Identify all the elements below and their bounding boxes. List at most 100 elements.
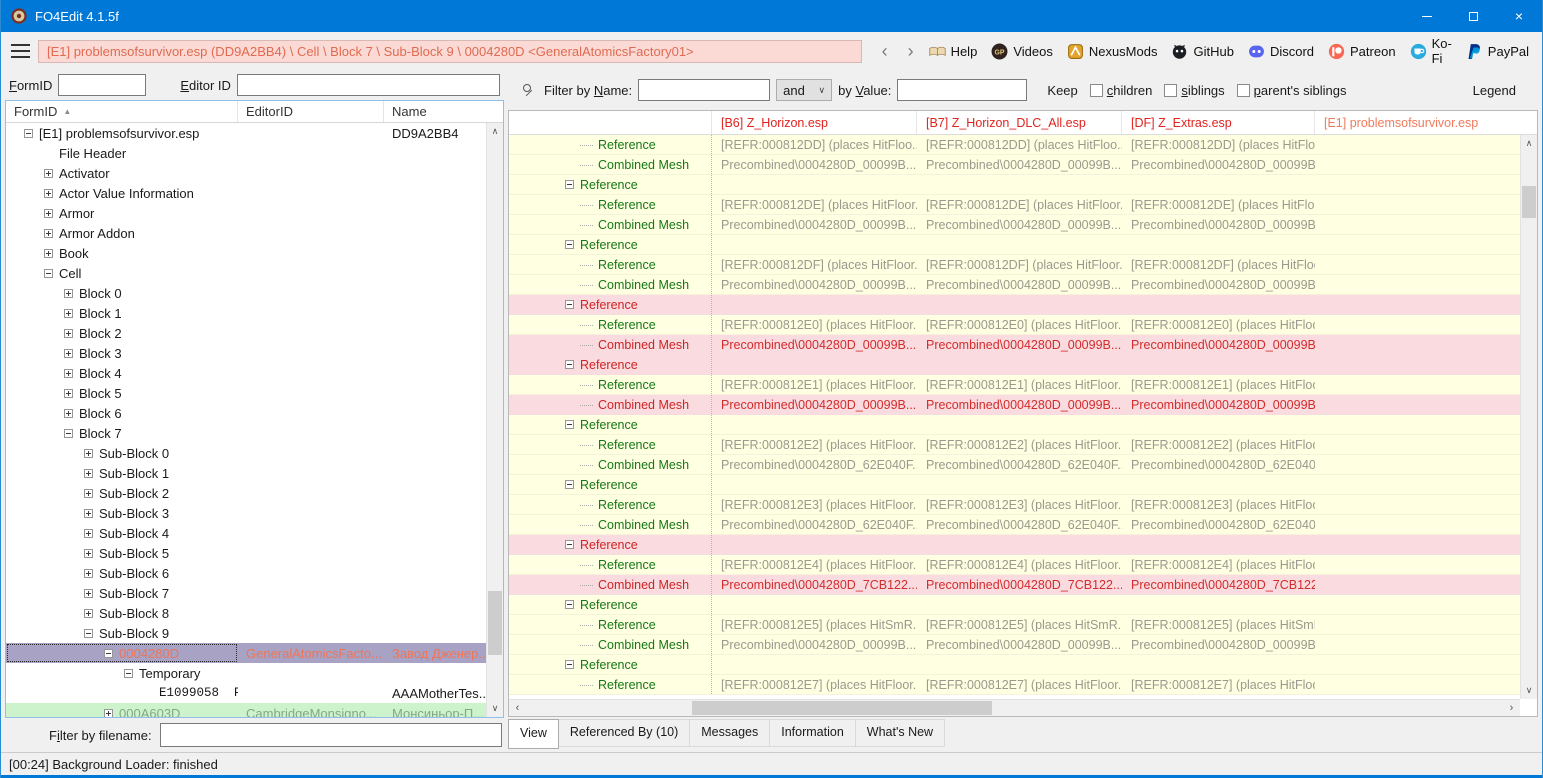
- editorid-input[interactable]: [237, 74, 500, 96]
- minimize-button[interactable]: [1404, 0, 1450, 32]
- grid-row[interactable]: Combined Mesh Precombined\0004280D_62E04…: [509, 515, 1520, 535]
- back-button[interactable]: ‹: [872, 42, 898, 60]
- tree-row[interactable]: Block 0: [6, 283, 486, 303]
- close-button[interactable]: ×: [1496, 0, 1542, 32]
- grid-row[interactable]: Combined Mesh Precombined\0004280D_00099…: [509, 335, 1520, 355]
- tree-expander-icon[interactable]: [64, 349, 73, 358]
- scroll-up-icon[interactable]: ∧: [1521, 135, 1537, 152]
- grid-row[interactable]: Reference [REFR:000812DD] (places HitFlo…: [509, 135, 1520, 155]
- grid-row[interactable]: Reference: [509, 415, 1520, 435]
- grid-expander-icon[interactable]: [565, 240, 574, 249]
- tree-expander-icon[interactable]: [104, 649, 113, 658]
- scroll-right-icon[interactable]: ›: [1503, 700, 1520, 716]
- tree-scrollbar[interactable]: ∧ ∨: [486, 123, 503, 717]
- scroll-down-icon[interactable]: ∨: [487, 700, 503, 717]
- grid-row[interactable]: Reference: [509, 595, 1520, 615]
- tree-expander-icon[interactable]: [64, 429, 73, 438]
- tab-information[interactable]: Information: [769, 719, 856, 747]
- tab-messages[interactable]: Messages: [689, 719, 770, 747]
- grid-row[interactable]: Reference: [509, 655, 1520, 675]
- children-checkbox[interactable]: [1090, 84, 1103, 97]
- grid-expander-icon[interactable]: [565, 360, 574, 369]
- tree-expander-icon[interactable]: [84, 449, 93, 458]
- tree-row[interactable]: Block 4: [6, 363, 486, 383]
- tree-expander-icon[interactable]: [124, 669, 133, 678]
- grid-hscrollbar-thumb[interactable]: [692, 701, 992, 715]
- tree-row[interactable]: 0004280D GeneralAtomicsFacto... Завод Дж…: [6, 643, 486, 663]
- grid-column-b6[interactable]: [B6] Z_Horizon.esp: [712, 111, 917, 134]
- tree-expander-icon[interactable]: [84, 529, 93, 538]
- tree-row[interactable]: Armor: [6, 203, 486, 223]
- tree-expander-icon[interactable]: [104, 709, 113, 718]
- siblings-checkbox[interactable]: [1164, 84, 1177, 97]
- tree-row[interactable]: Temporary: [6, 663, 486, 683]
- tree-row[interactable]: Sub-Block 6: [6, 563, 486, 583]
- grid-row[interactable]: Reference [REFR:000812E0] (places HitFlo…: [509, 315, 1520, 335]
- tree-expander-icon[interactable]: [84, 589, 93, 598]
- scroll-up-icon[interactable]: ∧: [487, 123, 503, 140]
- grid-row[interactable]: Reference [REFR:000812E3] (places HitFlo…: [509, 495, 1520, 515]
- tree-row[interactable]: Sub-Block 0: [6, 443, 486, 463]
- tree-expander-icon[interactable]: [44, 209, 53, 218]
- tree-expander-icon[interactable]: [24, 129, 33, 138]
- tree-row[interactable]: Block 2: [6, 323, 486, 343]
- grid-expander-icon[interactable]: [565, 480, 574, 489]
- nexusmods-link[interactable]: NexusMods: [1062, 41, 1163, 62]
- filename-filter-input[interactable]: [160, 723, 502, 747]
- tree-expander-icon[interactable]: [44, 229, 53, 238]
- grid-row[interactable]: Reference [REFR:000812E5] (places HitSmR…: [509, 615, 1520, 635]
- help-link[interactable]: Help: [924, 41, 983, 62]
- tree-row[interactable]: Actor Value Information: [6, 183, 486, 203]
- tree-expander-icon[interactable]: [84, 509, 93, 518]
- grid-expander-icon[interactable]: [565, 600, 574, 609]
- tab-view[interactable]: View: [508, 719, 559, 749]
- tree-row[interactable]: E1099058 Placed Object AAAMotherTes...: [6, 683, 486, 703]
- filter-name-input[interactable]: [638, 79, 770, 101]
- keep-children-option[interactable]: children: [1090, 83, 1153, 98]
- tree-row[interactable]: Sub-Block 9: [6, 623, 486, 643]
- tree-row[interactable]: 000A603D CambridgeMonsigno... Монсиньор-…: [6, 703, 486, 717]
- grid-expander-icon[interactable]: [565, 420, 574, 429]
- tree-row[interactable]: Cell: [6, 263, 486, 283]
- tab-whats-new[interactable]: What's New: [855, 719, 945, 747]
- tree-expander-icon[interactable]: [84, 569, 93, 578]
- tree-row[interactable]: Block 1: [6, 303, 486, 323]
- tree-row[interactable]: Book: [6, 243, 486, 263]
- grid-horizontal-scrollbar[interactable]: ‹ ›: [509, 699, 1520, 716]
- grid-row[interactable]: Reference [REFR:000812DE] (places HitFlo…: [509, 195, 1520, 215]
- breadcrumb[interactable]: [E1] problemsofsurvivor.esp (DD9A2BB4) \…: [38, 40, 862, 63]
- grid-vscrollbar-thumb[interactable]: [1522, 186, 1536, 218]
- tree-expander-icon[interactable]: [44, 269, 53, 278]
- tree-row[interactable]: Sub-Block 5: [6, 543, 486, 563]
- grid-expander-icon[interactable]: [565, 540, 574, 549]
- videos-link[interactable]: GP Videos: [986, 41, 1058, 62]
- grid-row[interactable]: Reference [REFR:000812E7] (places HitFlo…: [509, 675, 1520, 695]
- filter-value-input[interactable]: [897, 79, 1027, 101]
- tree-expander-icon[interactable]: [44, 189, 53, 198]
- grid-expander-icon[interactable]: [565, 300, 574, 309]
- tree-row[interactable]: Armor Addon: [6, 223, 486, 243]
- tree-row[interactable]: Block 5: [6, 383, 486, 403]
- tree-column-name[interactable]: Name: [384, 101, 503, 122]
- grid-vertical-scrollbar[interactable]: ∧ ∨: [1520, 135, 1537, 699]
- menu-icon[interactable]: [11, 44, 30, 58]
- patreon-link[interactable]: Patreon: [1323, 41, 1401, 62]
- grid-row[interactable]: Reference: [509, 235, 1520, 255]
- grid-column-b7[interactable]: [B7] Z_Horizon_DLC_All.esp: [917, 111, 1122, 134]
- maximize-button[interactable]: [1450, 0, 1496, 32]
- grid-row[interactable]: Reference [REFR:000812DF] (places HitFlo…: [509, 255, 1520, 275]
- grid-column-df[interactable]: [DF] Z_Extras.esp: [1122, 111, 1315, 134]
- github-link[interactable]: GitHub: [1166, 41, 1238, 62]
- scroll-down-icon[interactable]: ∨: [1521, 682, 1537, 699]
- grid-row[interactable]: Reference [REFR:000812E2] (places HitFlo…: [509, 435, 1520, 455]
- tree-expander-icon[interactable]: [84, 609, 93, 618]
- scroll-left-icon[interactable]: ‹: [509, 700, 526, 716]
- tab-referenced-by[interactable]: Referenced By (10): [558, 719, 690, 747]
- tree-row[interactable]: Sub-Block 1: [6, 463, 486, 483]
- grid-row[interactable]: Reference: [509, 535, 1520, 555]
- grid-row[interactable]: Reference: [509, 175, 1520, 195]
- forward-button[interactable]: ›: [898, 42, 924, 60]
- grid-row[interactable]: Combined Mesh Precombined\0004280D_00099…: [509, 395, 1520, 415]
- grid-row[interactable]: Reference: [509, 355, 1520, 375]
- grid-row[interactable]: Reference: [509, 295, 1520, 315]
